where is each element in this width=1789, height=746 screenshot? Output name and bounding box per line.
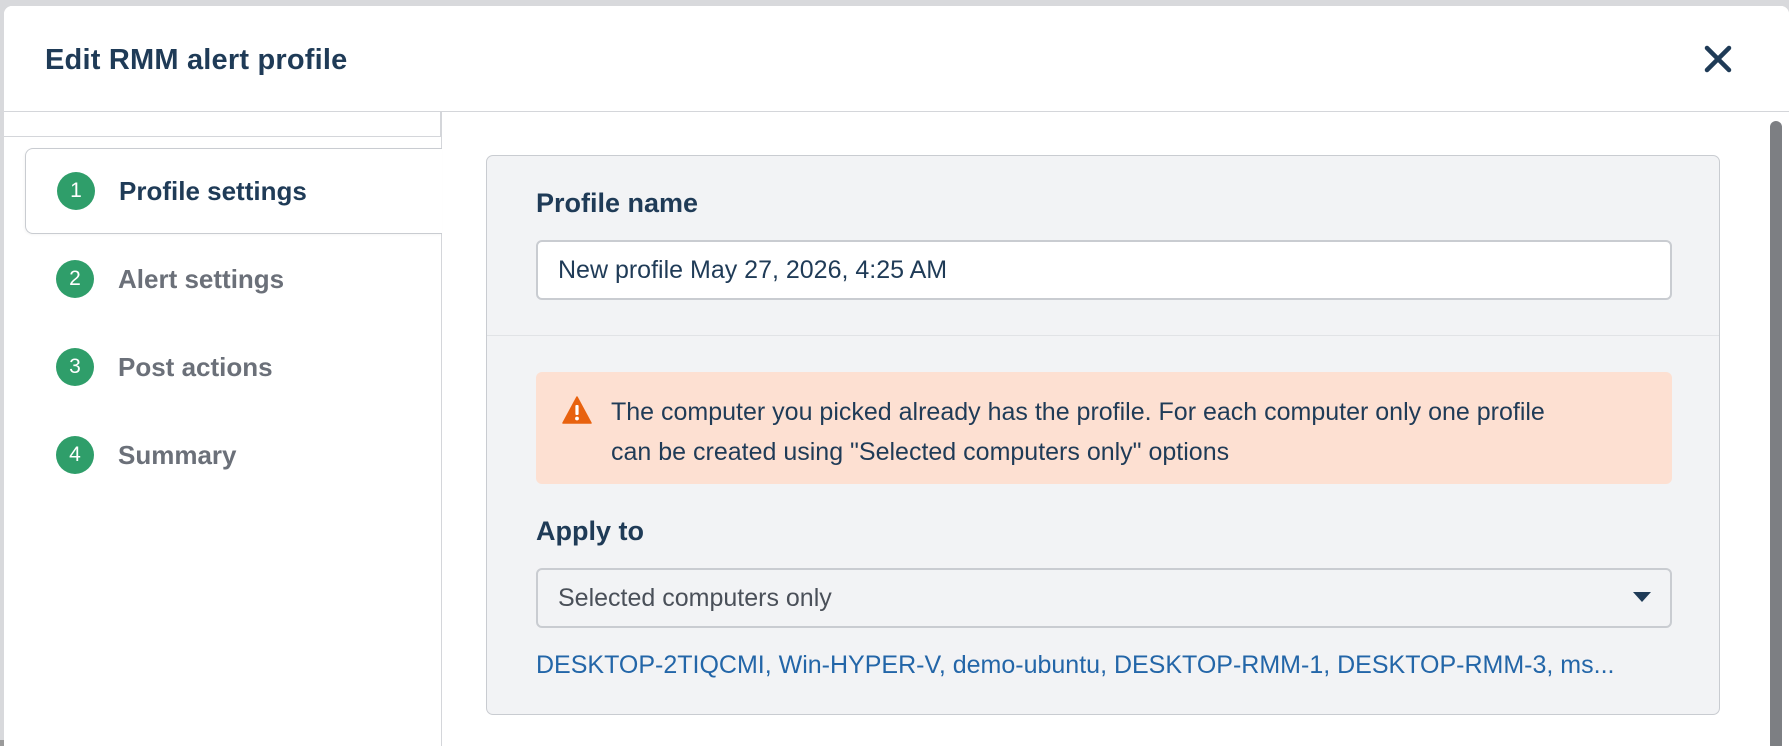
selected-computers-link[interactable]: DESKTOP-2TIQCMI, Win-HYPER-V, demo-ubunt…	[536, 651, 1672, 680]
profile-name-input[interactable]	[536, 240, 1672, 300]
scrollbar-thumb[interactable]	[1770, 121, 1782, 746]
step-summary[interactable]: 4 Summary	[25, 412, 442, 498]
profile-name-label: Profile name	[536, 188, 699, 218]
warning-text-line1: The computer you picked already has the …	[611, 398, 1545, 426]
close-button[interactable]	[1701, 42, 1735, 76]
step-profile-settings[interactable]: 1 Profile settings	[25, 148, 442, 234]
chevron-down-icon	[1632, 590, 1652, 604]
wizard-steps-sidebar: 1 Profile settings 2 Alert settings 3 Po…	[4, 112, 442, 746]
warning-icon	[562, 396, 592, 424]
apply-to-selected-value: Selected computers only	[558, 584, 832, 612]
apply-to-select[interactable]: Selected computers only	[536, 568, 1672, 628]
warning-alert: The computer you picked already has the …	[536, 372, 1672, 484]
step-number-badge: 2	[56, 260, 94, 298]
step-label: Profile settings	[119, 175, 307, 206]
sidebar-divider	[4, 112, 441, 137]
close-icon	[1704, 45, 1732, 73]
edit-profile-modal: Edit RMM alert profile 1 Profile setting…	[4, 6, 1789, 746]
warning-text: The computer you picked already has the …	[611, 392, 1642, 472]
warning-text-line2: can be created using "Selected computers…	[611, 438, 1230, 466]
section-divider	[487, 335, 1719, 336]
step-post-actions[interactable]: 3 Post actions	[25, 324, 442, 410]
step-label: Summary	[118, 439, 237, 470]
step-number-badge: 4	[56, 436, 94, 474]
step-label: Alert settings	[118, 263, 285, 294]
modal-title: Edit RMM alert profile	[45, 44, 348, 76]
apply-to-label: Apply to	[536, 516, 644, 546]
modal-header: Edit RMM alert profile	[4, 6, 1789, 112]
step-label: Post actions	[118, 351, 273, 382]
profile-settings-panel: Profile name The computer you picked alr…	[486, 155, 1720, 715]
step-alert-settings[interactable]: 2 Alert settings	[25, 236, 442, 322]
step-number-badge: 1	[57, 172, 95, 210]
step-number-badge: 3	[56, 348, 94, 386]
